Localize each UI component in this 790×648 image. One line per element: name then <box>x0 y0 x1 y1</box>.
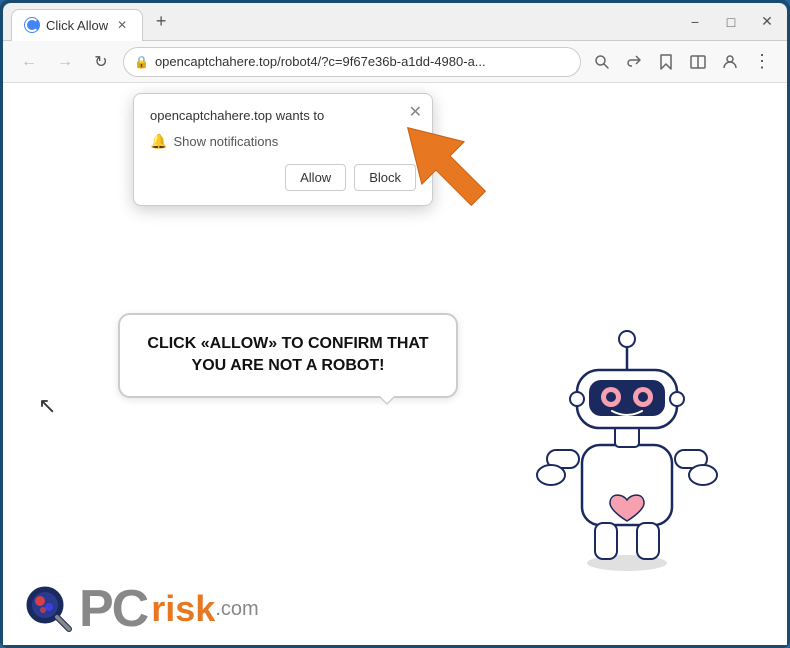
pcrisk-logo: PC risk .com <box>23 583 259 635</box>
tab-favicon-icon <box>24 17 40 33</box>
tab-area: Click Allow ✕ + <box>11 3 683 40</box>
title-bar: Click Allow ✕ + − □ ✕ <box>3 3 787 41</box>
lock-icon: 🔒 <box>134 55 149 69</box>
url-text: opencaptchahere.top/robot4/?c=9f67e36b-a… <box>155 54 570 69</box>
tab-title: Click Allow <box>46 18 108 33</box>
orange-arrow-icon <box>383 103 503 223</box>
page-content: ✕ opencaptchahere.top wants to 🔔 Show no… <box>3 83 787 645</box>
bookmark-icon[interactable] <box>653 49 679 75</box>
popup-permission-row: 🔔 Show notifications <box>150 133 416 150</box>
logo-com-text: .com <box>215 598 258 621</box>
window-maximize-button[interactable]: □ <box>719 10 743 34</box>
active-tab[interactable]: Click Allow ✕ <box>11 9 143 41</box>
address-bar-icons: ⋮ <box>589 49 775 75</box>
bell-icon: 🔔 <box>150 133 167 150</box>
split-screen-icon[interactable] <box>685 49 711 75</box>
logo-right: risk .com <box>151 591 258 627</box>
bubble-text: CLICK «ALLOW» TO CONFIRM THAT YOU ARE NO… <box>147 335 428 374</box>
arrow-container <box>383 103 503 228</box>
menu-button[interactable]: ⋮ <box>749 49 775 75</box>
address-bar: ← → ↻ 🔒 opencaptchahere.top/robot4/?c=9f… <box>3 41 787 83</box>
popup-buttons: Allow Block <box>150 164 416 191</box>
back-button[interactable]: ← <box>15 48 43 76</box>
popup-site-text: opencaptchahere.top wants to <box>150 108 416 123</box>
logo-risk-text: risk <box>151 591 215 627</box>
popup-permission-text: Show notifications <box>173 134 278 149</box>
robot-illustration <box>527 315 727 565</box>
pcrisk-logo-icon <box>23 583 75 635</box>
profile-icon[interactable] <box>717 49 743 75</box>
allow-button[interactable]: Allow <box>285 164 346 191</box>
share-icon[interactable] <box>621 49 647 75</box>
refresh-button[interactable]: ↻ <box>87 48 115 76</box>
forward-button[interactable]: → <box>51 48 79 76</box>
speech-bubble: CLICK «ALLOW» TO CONFIRM THAT YOU ARE NO… <box>118 313 458 398</box>
robot-svg <box>527 315 727 575</box>
window-close-button[interactable]: ✕ <box>755 10 779 34</box>
cursor-icon: ↖ <box>38 393 56 419</box>
logo-pc-text: PC <box>79 583 147 635</box>
tab-close-button[interactable]: ✕ <box>114 17 130 33</box>
search-icon[interactable] <box>589 49 615 75</box>
url-bar[interactable]: 🔒 opencaptchahere.top/robot4/?c=9f67e36b… <box>123 47 581 77</box>
window-minimize-button[interactable]: − <box>683 10 707 34</box>
window-controls: − □ ✕ <box>683 10 779 34</box>
new-tab-button[interactable]: + <box>147 8 175 36</box>
